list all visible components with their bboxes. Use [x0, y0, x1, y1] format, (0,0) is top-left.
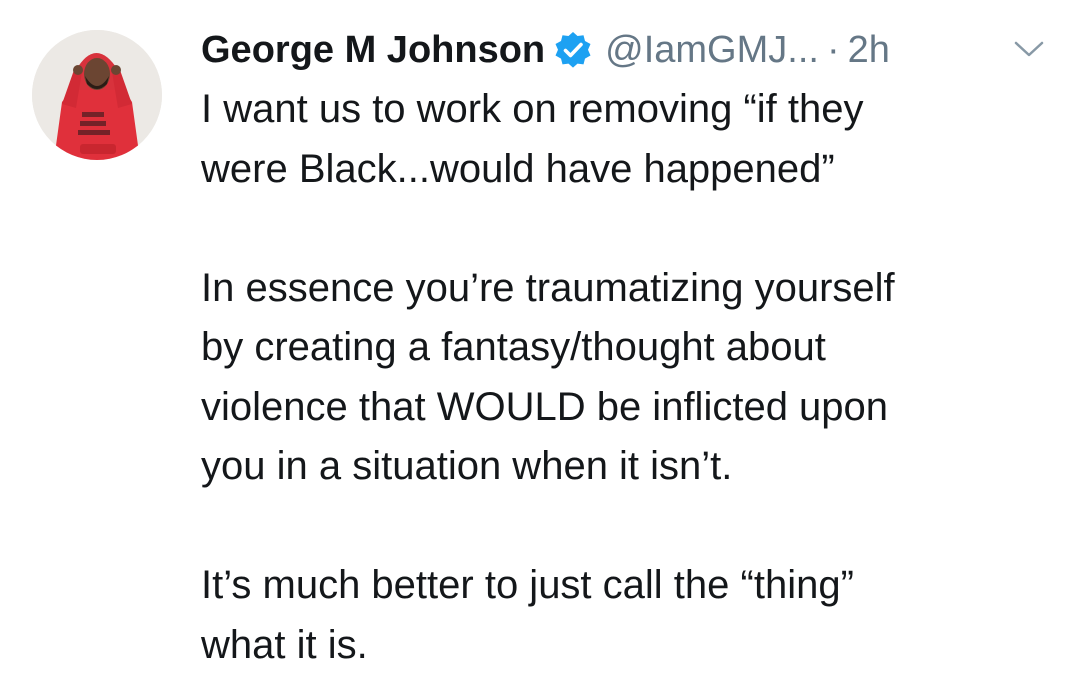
chevron-down-icon[interactable]	[1012, 38, 1046, 60]
tweet[interactable]: George M Johnson @IamGMJ... · 2h I want …	[0, 0, 1080, 692]
header-separator: ·	[826, 29, 840, 71]
tweet-text: I want us to work on removing “if they w…	[201, 80, 1041, 675]
verified-badge-icon	[553, 30, 593, 70]
tweet-timestamp[interactable]: 2h	[848, 22, 890, 78]
avatar-image	[32, 30, 162, 160]
tweet-paragraph-3: It’s much better to just call the “thing…	[201, 563, 854, 667]
tweet-paragraph-1: I want us to work on removing “if they w…	[201, 87, 864, 191]
author-handle[interactable]: @IamGMJ...	[605, 22, 819, 78]
avatar[interactable]	[32, 30, 162, 160]
author-name[interactable]: George M Johnson	[201, 22, 545, 78]
tweet-paragraph-2: In essence you’re traumatizing yourself …	[201, 265, 895, 489]
tweet-header: George M Johnson @IamGMJ... · 2h	[201, 22, 890, 78]
